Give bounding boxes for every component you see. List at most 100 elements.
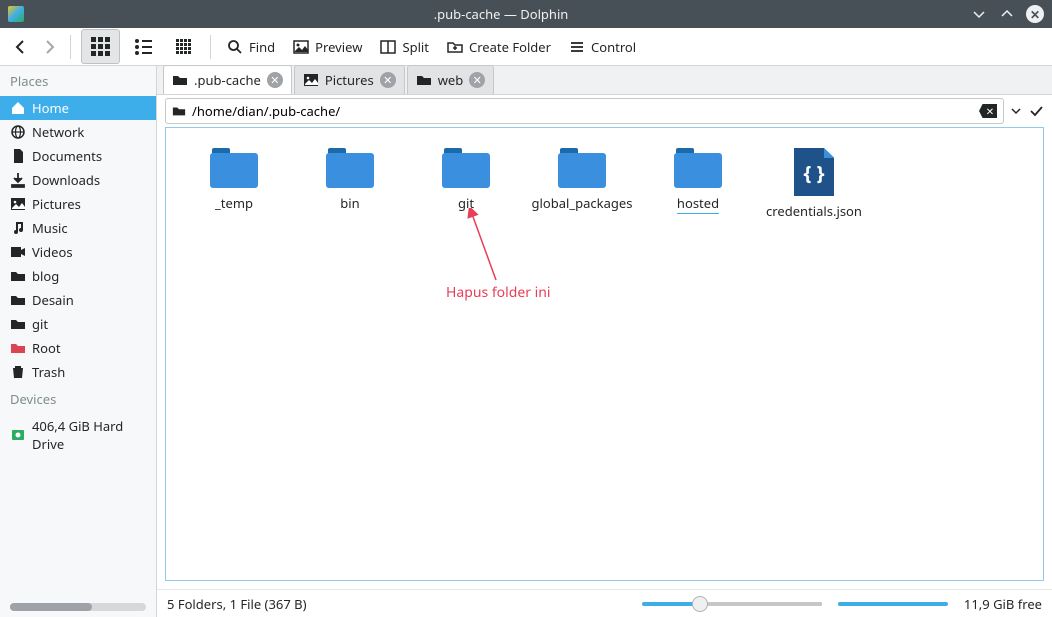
sidebar-item-network[interactable]: Network bbox=[0, 120, 156, 144]
tab-pub-cache[interactable]: .pub-cache ✕ bbox=[163, 65, 292, 94]
find-label: Find bbox=[249, 38, 275, 56]
sidebar-scrollbar[interactable] bbox=[10, 603, 146, 611]
file-item-credentials-json[interactable]: { }credentials.json bbox=[762, 148, 866, 220]
zoom-handle[interactable] bbox=[692, 596, 708, 612]
toolbar: Find Preview Split Create Folder Control bbox=[0, 28, 1052, 66]
sidebar-item-trash[interactable]: Trash bbox=[0, 360, 156, 384]
places-heading: Places bbox=[0, 66, 156, 96]
sidebar-item-git[interactable]: git bbox=[0, 312, 156, 336]
path-bar: ✕ bbox=[157, 95, 1052, 127]
grid-icon bbox=[88, 34, 113, 59]
trash-icon bbox=[10, 364, 26, 380]
sidebar-item-videos[interactable]: Videos bbox=[0, 240, 156, 264]
picture-icon bbox=[293, 39, 309, 55]
view-compact-button[interactable] bbox=[167, 32, 200, 61]
folder-red-icon bbox=[10, 340, 26, 356]
search-icon bbox=[227, 39, 243, 55]
picture-icon bbox=[10, 196, 26, 212]
sidebar-item-documents[interactable]: Documents bbox=[0, 144, 156, 168]
sidebar-item-pictures[interactable]: Pictures bbox=[0, 192, 156, 216]
control-label: Control bbox=[591, 38, 636, 56]
find-button[interactable]: Find bbox=[221, 34, 281, 60]
tab-label: Pictures bbox=[325, 71, 374, 89]
sidebar-item-label: git bbox=[32, 315, 48, 333]
sidebar-item-root[interactable]: Root bbox=[0, 336, 156, 360]
status-summary: 5 Folders, 1 File (367 B) bbox=[167, 595, 307, 613]
tab-close-button[interactable]: ✕ bbox=[469, 72, 485, 88]
hdd-icon bbox=[10, 427, 26, 443]
window-titlebar: .pub-cache — Dolphin ✕ bbox=[0, 0, 1052, 28]
forward-button[interactable] bbox=[38, 36, 60, 58]
control-button[interactable]: Control bbox=[563, 34, 642, 60]
file-label: credentials.json bbox=[766, 202, 862, 220]
tab-close-button[interactable]: ✕ bbox=[267, 72, 283, 88]
sidebar-item-home[interactable]: Home bbox=[0, 96, 156, 120]
path-dropdown-button[interactable] bbox=[1010, 105, 1022, 117]
file-item-_temp[interactable]: _temp bbox=[182, 148, 286, 220]
create-folder-button[interactable]: Create Folder bbox=[441, 34, 557, 60]
folder-dark-icon bbox=[416, 72, 432, 88]
file-item-bin[interactable]: bin bbox=[298, 148, 402, 220]
tab-close-button[interactable]: ✕ bbox=[380, 72, 396, 88]
file-item-global_packages[interactable]: global_packages bbox=[530, 148, 634, 220]
sidebar-item-label: Downloads bbox=[32, 171, 100, 189]
sidebar-device[interactable]: 406,4 GiB Hard Drive bbox=[0, 414, 156, 456]
sidebar-item-blog[interactable]: blog bbox=[0, 264, 156, 288]
create-folder-label: Create Folder bbox=[469, 38, 551, 56]
network-icon bbox=[10, 124, 26, 140]
picture-icon bbox=[303, 72, 319, 88]
view-icons-button[interactable] bbox=[81, 29, 120, 64]
sidebar-item-downloads[interactable]: Downloads bbox=[0, 168, 156, 192]
path-input-container: ✕ bbox=[165, 98, 1004, 124]
sidebar-item-label: Music bbox=[32, 219, 68, 237]
video-icon bbox=[10, 244, 26, 260]
annotation-text: Hapus folder ini bbox=[446, 283, 551, 302]
folder-icon bbox=[172, 104, 186, 118]
file-label: _temp bbox=[215, 194, 253, 212]
sidebar-item-label: 406,4 GiB Hard Drive bbox=[32, 417, 146, 453]
file-item-git[interactable]: git bbox=[414, 148, 518, 220]
folder-dark-icon bbox=[10, 316, 26, 332]
sidebar-item-desain[interactable]: Desain bbox=[0, 288, 156, 312]
folder-icon bbox=[674, 148, 722, 188]
back-button[interactable] bbox=[10, 36, 32, 58]
sidebar-item-label: Desain bbox=[32, 291, 74, 309]
close-button[interactable]: ✕ bbox=[1026, 5, 1044, 23]
app-icon bbox=[8, 6, 24, 22]
sidebar: Places Home Network Documents Downloads Pict… bbox=[0, 66, 157, 617]
tab-label: .pub-cache bbox=[194, 71, 261, 89]
compact-icon bbox=[173, 36, 194, 57]
tab-pictures[interactable]: Pictures ✕ bbox=[294, 65, 405, 94]
file-label: global_packages bbox=[532, 194, 633, 212]
path-input[interactable] bbox=[192, 102, 973, 120]
file-item-hosted[interactable]: hosted bbox=[646, 148, 750, 220]
path-confirm-button[interactable] bbox=[1028, 103, 1044, 119]
split-icon bbox=[380, 39, 396, 55]
view-list-button[interactable] bbox=[126, 33, 161, 61]
home-icon bbox=[10, 100, 26, 116]
sidebar-item-label: Home bbox=[32, 99, 69, 117]
minimize-button[interactable] bbox=[970, 5, 988, 23]
file-view[interactable]: Hapus folder ini _temp bingit global_packa… bbox=[165, 127, 1044, 581]
free-space-bar bbox=[838, 602, 948, 606]
clear-path-button[interactable]: ✕ bbox=[979, 104, 997, 118]
sidebar-item-music[interactable]: Music bbox=[0, 216, 156, 240]
music-icon bbox=[10, 220, 26, 236]
free-space-label: 11,9 GiB free bbox=[964, 595, 1042, 613]
folder-dark-icon bbox=[10, 268, 26, 284]
split-button[interactable]: Split bbox=[374, 34, 435, 60]
download-icon bbox=[10, 172, 26, 188]
hamburger-icon bbox=[569, 39, 585, 55]
maximize-button[interactable] bbox=[998, 5, 1016, 23]
folder-icon bbox=[326, 148, 374, 188]
sidebar-item-label: Trash bbox=[32, 363, 65, 381]
tab-bar: .pub-cache✕Pictures✕web✕ bbox=[157, 66, 1052, 95]
sidebar-item-label: Documents bbox=[32, 147, 102, 165]
preview-button[interactable]: Preview bbox=[287, 34, 368, 60]
devices-heading: Devices bbox=[0, 384, 156, 414]
file-label: hosted bbox=[677, 194, 719, 214]
sidebar-item-label: blog bbox=[32, 267, 59, 285]
folder-icon bbox=[558, 148, 606, 188]
zoom-slider[interactable] bbox=[642, 602, 822, 606]
tab-web[interactable]: web✕ bbox=[407, 65, 495, 94]
